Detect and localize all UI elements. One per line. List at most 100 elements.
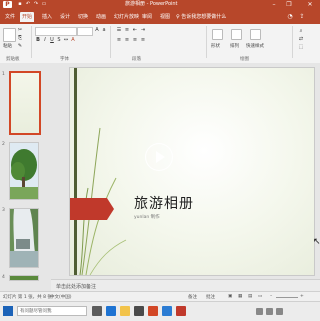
word-taskbar-icon[interactable]: [162, 306, 172, 316]
justify-icon[interactable]: ≡: [140, 37, 146, 43]
edge-icon[interactable]: [106, 306, 116, 316]
bullets-icon[interactable]: ☰: [116, 27, 122, 33]
group-divider: [206, 26, 207, 58]
align-left-icon[interactable]: ≡: [116, 37, 122, 43]
slide-number: 1: [2, 72, 5, 77]
arrange-label[interactable]: 排列: [230, 43, 239, 49]
tab-transitions[interactable]: 切换: [76, 12, 90, 22]
format-painter-icon[interactable]: ✎: [17, 43, 23, 49]
play-icon: [156, 151, 165, 163]
share-icon[interactable]: ⇪: [298, 13, 306, 21]
drawing-group-label: 绘图: [240, 57, 249, 62]
group-divider: [31, 26, 32, 58]
slideshow-view-icon[interactable]: ▭: [258, 294, 262, 299]
slide-number: 2: [2, 142, 5, 147]
reading-view-icon[interactable]: ▤: [248, 294, 252, 299]
notes-toggle[interactable]: 备注: [188, 294, 197, 300]
font-color-icon[interactable]: A: [70, 37, 76, 43]
char-spacing-icon[interactable]: ↔: [63, 37, 69, 43]
bold-icon[interactable]: B: [35, 37, 41, 43]
find-icon[interactable]: ⌕: [298, 28, 304, 34]
grow-font-icon[interactable]: A: [94, 27, 100, 33]
title-arrow-shape: [70, 198, 114, 220]
font-group-label: 字体: [60, 57, 69, 62]
group-divider: [292, 26, 293, 58]
italic-icon[interactable]: I: [42, 37, 48, 43]
shapes-label[interactable]: 形状: [211, 43, 220, 49]
paste-icon[interactable]: [3, 28, 16, 42]
tell-me-box[interactable]: ♀ 告诉我您想要做什么: [176, 13, 226, 21]
slide-title[interactable]: 旅游相册: [134, 193, 194, 213]
cut-icon[interactable]: ✂: [17, 27, 23, 33]
slide-number: 4: [2, 275, 5, 280]
paste-label[interactable]: 粘贴: [3, 43, 12, 49]
comments-toggle[interactable]: 批注: [206, 294, 215, 300]
mouse-cursor-icon: ↖: [313, 237, 320, 247]
store-icon[interactable]: [134, 306, 144, 316]
select-icon[interactable]: ⬚: [298, 44, 304, 50]
slide-canvas[interactable]: 旅游相册 yunlan 制作: [69, 67, 315, 276]
slide-subtitle[interactable]: yunlan 制作: [134, 214, 160, 220]
font-name-box[interactable]: [35, 27, 77, 36]
zoom-out-icon[interactable]: –: [270, 294, 272, 299]
minimize-icon[interactable]: –: [268, 0, 280, 9]
align-right-icon[interactable]: ≡: [132, 37, 138, 43]
replace-icon[interactable]: ⇄: [298, 36, 304, 42]
ribbon: 粘贴 ✂ ⎘ ✎ 剪贴板 A a B I U S ↔ A 字体 ☰ ≡ ⇤ ⇥ …: [0, 24, 320, 64]
volume-icon[interactable]: [266, 308, 273, 315]
tab-home[interactable]: 开始: [20, 12, 35, 22]
network-icon[interactable]: [256, 308, 263, 315]
slide-number: 3: [2, 208, 5, 213]
zoom-slider[interactable]: [276, 297, 298, 298]
redo-icon[interactable]: ↷: [33, 1, 39, 7]
copy-icon[interactable]: ⎘: [17, 35, 23, 41]
powerpoint-taskbar-icon[interactable]: [148, 306, 158, 316]
close-icon[interactable]: ✕: [304, 0, 316, 9]
tab-design[interactable]: 设计: [58, 12, 72, 22]
app-taskbar-icon[interactable]: [176, 306, 186, 316]
tab-file[interactable]: 文件: [3, 12, 17, 22]
arrange-icon[interactable]: [231, 29, 242, 40]
video-play-overlay[interactable]: [145, 143, 173, 171]
ribbon-tabs: 文件 开始 插入 设计 切换 动画 幻灯片放映 审阅 视图 ♀ 告诉我您想要做什…: [0, 9, 320, 24]
shapes-icon[interactable]: [212, 29, 223, 40]
normal-view-icon[interactable]: ▣: [228, 294, 232, 299]
tab-view[interactable]: 视图: [158, 12, 172, 22]
powerpoint-app-icon[interactable]: P: [3, 1, 12, 8]
slideshow-icon[interactable]: ▭: [41, 1, 47, 7]
grass-decoration: [79, 127, 127, 275]
task-view-icon[interactable]: [92, 306, 102, 316]
underline-icon[interactable]: U: [49, 37, 55, 43]
language-indicator[interactable]: 中文(中国): [50, 294, 72, 300]
landscape-photo: [10, 276, 38, 280]
slide-sorter-icon[interactable]: ▦: [238, 294, 242, 299]
taskbar-search-box[interactable]: 有问题尽管问我: [17, 306, 87, 316]
tab-animations[interactable]: 动画: [94, 12, 108, 22]
slide-thumbnail-1[interactable]: [9, 71, 41, 135]
input-method-icon[interactable]: [276, 308, 283, 315]
tab-review[interactable]: 审阅: [140, 12, 154, 22]
willow-photo: [10, 209, 38, 267]
quick-styles-icon[interactable]: [250, 29, 261, 40]
windows-start-icon[interactable]: [3, 306, 13, 316]
tab-slideshow[interactable]: 幻灯片放映: [112, 12, 141, 22]
quick-styles-label[interactable]: 快速样式: [246, 43, 264, 49]
slide-thumbnail-2[interactable]: [9, 142, 39, 200]
decrease-indent-icon[interactable]: ⇤: [132, 27, 138, 33]
slide-thumbnail-4[interactable]: [9, 275, 39, 281]
save-icon[interactable]: ▪: [17, 1, 23, 7]
zoom-in-icon[interactable]: +: [300, 294, 304, 299]
slide-thumbnail-3[interactable]: [9, 208, 39, 268]
strikethrough-icon[interactable]: S: [56, 37, 62, 43]
tab-insert[interactable]: 插入: [40, 12, 54, 22]
increase-indent-icon[interactable]: ⇥: [140, 27, 146, 33]
font-size-box[interactable]: [77, 27, 93, 36]
windows-taskbar: 有问题尽管问我: [0, 301, 320, 321]
restore-icon[interactable]: ❐: [283, 0, 295, 9]
numbering-icon[interactable]: ≡: [124, 27, 130, 33]
undo-icon[interactable]: ↶: [25, 1, 31, 7]
account-icon[interactable]: ◔: [286, 13, 294, 21]
file-explorer-icon[interactable]: [120, 306, 130, 316]
align-center-icon[interactable]: ≡: [124, 37, 130, 43]
shrink-font-icon[interactable]: a: [101, 27, 107, 33]
